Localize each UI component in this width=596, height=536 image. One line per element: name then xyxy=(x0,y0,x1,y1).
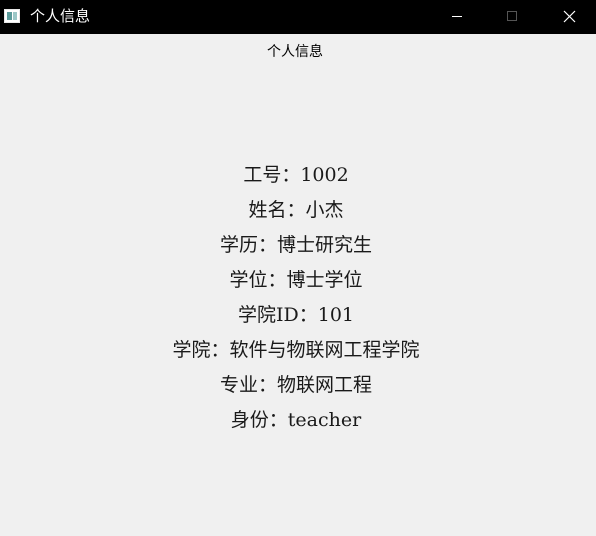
info-value: 博士研究生 xyxy=(277,234,373,256)
info-value: 软件与物联网工程学院 xyxy=(229,339,420,361)
info-label: 学院： xyxy=(172,339,230,361)
info-label: 身份： xyxy=(230,409,288,431)
close-button[interactable] xyxy=(546,0,592,32)
info-row-name: 姓名：小杰 xyxy=(0,195,592,230)
info-value: 物联网工程 xyxy=(277,374,373,396)
info-label: 学历： xyxy=(219,234,277,256)
info-value: 小杰 xyxy=(305,199,344,221)
app-window: 个人信息 个人信息 工号：1002 姓名：小杰 学历：博士研究生 学位：博士学位… xyxy=(0,0,596,536)
maximize-button[interactable] xyxy=(489,0,535,32)
info-label: 专业： xyxy=(219,374,277,396)
info-label: 学位： xyxy=(229,269,287,291)
page-title: 个人信息 xyxy=(267,44,323,60)
info-row-education: 学历：博士研究生 xyxy=(0,230,592,265)
info-row-degree: 学位：博士学位 xyxy=(0,265,592,300)
close-icon xyxy=(563,10,576,23)
info-row-college-id: 学院ID：101 xyxy=(0,300,592,335)
info-label: 学院ID： xyxy=(237,304,318,326)
minimize-button[interactable] xyxy=(434,0,480,32)
info-label: 工号： xyxy=(243,164,301,186)
window-title: 个人信息 xyxy=(30,7,91,25)
minimize-icon xyxy=(452,16,462,17)
profile-info-list: 工号：1002 姓名：小杰 学历：博士研究生 学位：博士学位 学院ID：101 … xyxy=(0,160,592,440)
title-bar[interactable]: 个人信息 xyxy=(0,0,596,34)
info-row-college: 学院：软件与物联网工程学院 xyxy=(0,335,592,370)
info-value: 101 xyxy=(317,304,354,326)
info-label: 姓名： xyxy=(248,199,306,221)
info-value: 1002 xyxy=(300,164,349,186)
info-value: 博士学位 xyxy=(286,269,363,291)
app-icon xyxy=(4,9,20,23)
info-row-major: 专业：物联网工程 xyxy=(0,370,592,405)
maximize-icon xyxy=(507,11,517,21)
info-row-role: 身份：teacher xyxy=(0,405,592,440)
info-row-employee-id: 工号：1002 xyxy=(0,160,592,195)
info-value: teacher xyxy=(287,409,362,431)
